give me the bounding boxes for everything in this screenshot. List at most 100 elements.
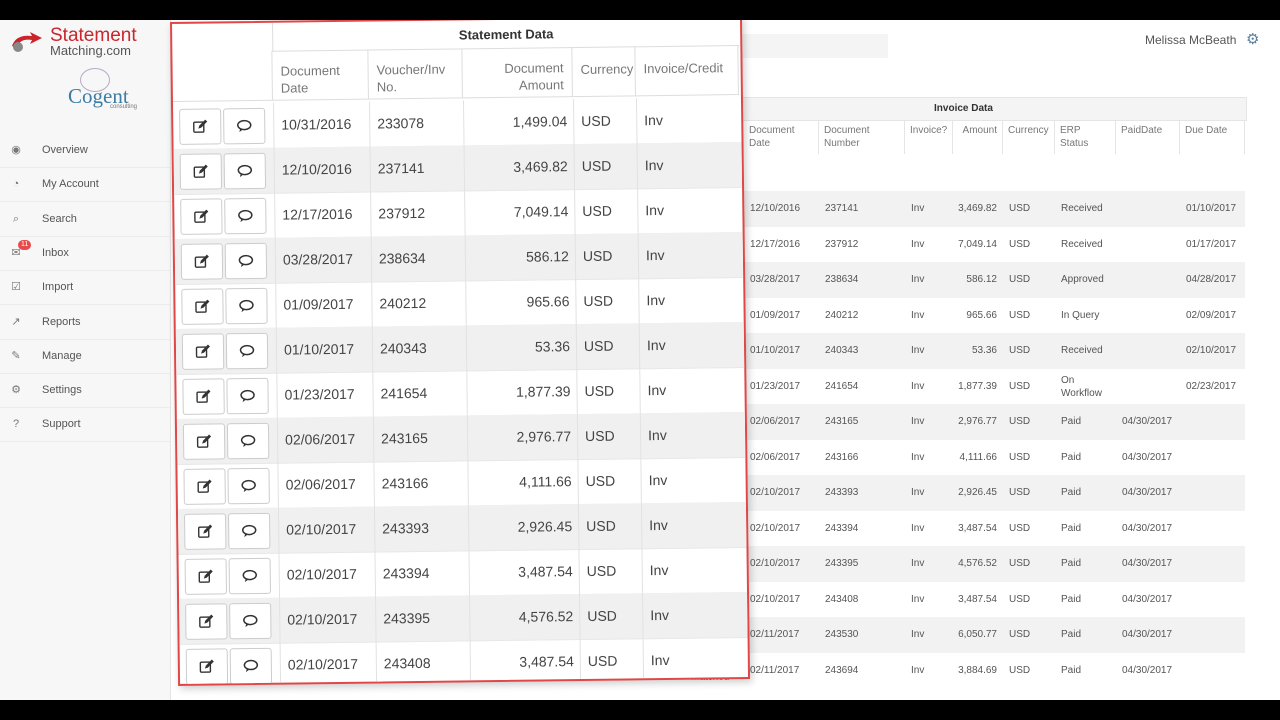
edit-button[interactable] — [182, 378, 225, 415]
edit-button[interactable] — [184, 558, 227, 595]
sidebar-item-my-account[interactable]: ◔ My Account — [0, 167, 170, 203]
brand-logo[interactable]: Statement Matching.com — [10, 24, 160, 60]
invoice-cell: Paid — [1061, 451, 1082, 463]
cell-divider — [642, 638, 645, 684]
cell-divider — [375, 596, 377, 642]
sidebar-item-manage[interactable]: ✎ Manage — [0, 339, 170, 374]
invoice-row[interactable]: 02/11/2017 243530 Inv 6,050.77 USD Paid 04/30/… — [680, 617, 1245, 653]
statement-cell: USD — [584, 382, 615, 399]
comment-button[interactable] — [223, 107, 266, 145]
comment-button[interactable] — [229, 647, 273, 685]
invoice-row[interactable]: 12/10/2016 237141 Inv 3,469.82 USD Received 01… — [680, 191, 1245, 227]
statement-cell: USD — [586, 517, 616, 534]
user-name[interactable]: Melissa McBeath — [1145, 33, 1236, 47]
invoice-row[interactable]: 12/17/2016 237912 Inv 7,049.14 USD Received 01… — [680, 227, 1245, 263]
invoice-cell: USD — [1009, 558, 1031, 569]
cell-divider — [464, 235, 467, 281]
sidebar-item-overview[interactable]: ◉ Overview — [0, 133, 170, 168]
edit-button[interactable] — [179, 153, 223, 190]
statement-row[interactable]: 02/10/2017 243408 3,487.54 USD Inv — [179, 636, 749, 686]
sidebar-item-inbox[interactable]: ✉ 11 Inbox — [0, 236, 170, 271]
cell-divider — [274, 192, 276, 238]
statement-row[interactable]: 10/31/2016 233078 1,499.04 USD Inv — [173, 97, 742, 150]
invoice-row[interactable]: 02/06/2017 243165 Inv 2,976.77 USD Paid 04/30/… — [680, 404, 1245, 440]
invoice-row[interactable]: 02/10/2017 243395 Inv 4,576.52 USD Paid 04/30/… — [680, 546, 1245, 582]
edit-button[interactable] — [185, 603, 228, 640]
invoice-row[interactable]: 01/09/2017 240212 Inv 965.66 USD In Query 02/0… — [680, 298, 1245, 334]
edit-button[interactable] — [182, 423, 226, 460]
comment-button[interactable] — [229, 602, 272, 640]
invoice-cell: Inv — [911, 629, 925, 640]
cell-divider — [277, 507, 280, 553]
edit-button[interactable] — [183, 468, 226, 505]
sidebar-item-search[interactable]: ⌕ Search — [0, 202, 170, 237]
invoice-cell: USD — [1009, 345, 1031, 356]
cell-divider — [279, 597, 281, 643]
statement-row[interactable]: 02/06/2017 243166 4,111.66 USD Inv — [177, 457, 746, 510]
invoice-row[interactable]: 02/10/2017 243394 Inv 3,487.54 USD Paid 04/30/… — [680, 511, 1245, 547]
edit-button[interactable] — [179, 108, 222, 145]
statement-row[interactable]: 02/10/2017 243395 4,576.52 USD Inv — [179, 591, 748, 645]
invoice-cell: Inv — [911, 238, 925, 250]
statement-row[interactable]: 01/23/2017 241654 1,877.39 USD Inv — [176, 367, 745, 420]
statement-cell: 2,926.45 — [517, 518, 573, 535]
sidebar-item-reports[interactable]: ↗ Reports — [0, 305, 170, 340]
edit-button[interactable] — [184, 513, 227, 550]
statement-cell: 243165 — [381, 429, 428, 447]
edit-button[interactable] — [180, 243, 224, 280]
statement-cell: Inv — [646, 291, 666, 309]
invoice-row[interactable]: 02/06/2017 243166 Inv 4,111.66 USD Paid 04/30/… — [680, 440, 1245, 476]
comment-button[interactable] — [228, 512, 271, 550]
statement-row[interactable]: 02/10/2017 243393 2,926.45 USD Inv — [177, 501, 747, 555]
statement-row[interactable]: 03/28/2017 238634 586.12 USD Inv — [174, 232, 744, 285]
statement-cell: 233078 — [377, 114, 425, 132]
comment-button[interactable] — [225, 332, 269, 370]
cell-divider — [465, 325, 468, 371]
invoice-cell: Paid — [1061, 558, 1082, 569]
invoice-row[interactable]: 02/10/2017 243408 Inv 3,487.54 USD Paid 04/30/… — [680, 582, 1245, 618]
comment-button[interactable] — [228, 557, 271, 595]
sidebar-item-support[interactable]: ? Support — [0, 407, 170, 443]
statement-cell: Inv — [647, 426, 667, 444]
statement-cell: 2,976.77 — [516, 428, 572, 445]
comment-button[interactable] — [227, 467, 270, 505]
cell-divider — [277, 462, 279, 508]
comment-button[interactable] — [223, 152, 267, 190]
invoice-row[interactable]: 02/10/2017 243393 Inv 2,926.45 USD Paid 04/30/… — [680, 475, 1245, 511]
client-logo: Cogent consulting — [66, 68, 142, 114]
statement-row[interactable]: 12/17/2016 237912 7,049.14 USD Inv — [174, 187, 743, 240]
edit-button[interactable] — [181, 333, 225, 370]
invoice-cell: Received — [1061, 203, 1103, 214]
invoice-row[interactable]: 01/23/2017 241654 Inv 1,877.39 USD On Workflo… — [680, 369, 1245, 405]
statement-cell: 3,487.54 — [519, 653, 574, 670]
comment-button[interactable] — [224, 197, 267, 235]
cell-divider — [466, 370, 468, 416]
statement-row[interactable]: 02/10/2017 243394 3,487.54 USD Inv — [178, 546, 748, 600]
sidebar-item-label: My Account — [42, 178, 99, 191]
cell-divider — [465, 280, 467, 326]
comment-button[interactable] — [226, 422, 270, 460]
cell-divider — [640, 458, 642, 504]
comment-button[interactable] — [226, 377, 269, 415]
statement-row[interactable]: 02/06/2017 243165 2,976.77 USD Inv — [176, 412, 746, 465]
sidebar-item-settings[interactable]: ⚙ Settings — [0, 373, 170, 409]
statement-row[interactable]: 01/09/2017 240212 965.66 USD Inv — [175, 277, 744, 330]
invoice-cell: 2,976.77 — [958, 416, 997, 427]
invoice-row[interactable]: 02/11/2017 243694 Inv 3,884.69 USD Paid 04/30/… — [680, 653, 1245, 689]
invoice-row[interactable]: 01/10/2017 240343 Inv 53.36 USD Received 02/10… — [680, 333, 1245, 369]
edit-icon — [197, 479, 212, 493]
edit-button[interactable] — [180, 198, 223, 235]
sidebar-item-import[interactable]: ☑ Import — [0, 270, 170, 306]
statement-row[interactable]: 01/10/2017 240343 53.36 USD Inv — [175, 322, 745, 375]
invoice-column-header: ERP Status — [1055, 120, 1116, 154]
statement-cell: 02/06/2017 — [285, 430, 356, 448]
invoice-row[interactable]: 03/28/2017 238634 Inv 586.12 USD Approved 04/2… — [680, 262, 1245, 298]
statement-row[interactable]: 12/10/2016 237141 3,469.82 USD Inv — [173, 142, 743, 195]
edit-button[interactable] — [185, 648, 229, 685]
settings-gear-icon[interactable]: ⚙ — [1246, 30, 1259, 48]
comment-button[interactable] — [224, 242, 268, 280]
comment-button[interactable] — [225, 287, 268, 325]
invoice-cell: 586.12 — [966, 274, 997, 285]
search-bar[interactable] — [740, 34, 888, 58]
edit-button[interactable] — [181, 288, 224, 325]
